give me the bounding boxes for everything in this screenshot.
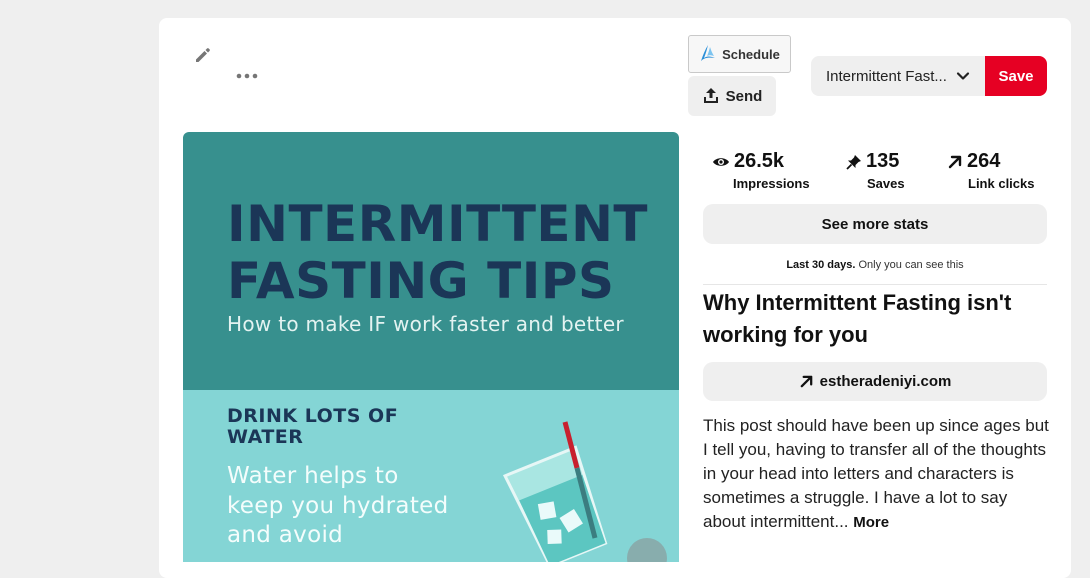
water-glass-illustration [502, 421, 608, 562]
eye-icon [713, 157, 729, 166]
board-name: Intermittent Fast... [826, 67, 947, 85]
divider [703, 284, 1047, 285]
stats-note: Last 30 days. Only you can see this [703, 259, 1047, 271]
pin-image-title: INTERMITTENT FASTING TIPS [227, 196, 648, 310]
schedule-label: Schedule [722, 46, 780, 62]
saves-stat: 135 Saves [846, 150, 905, 191]
link-clicks-value: 264 [967, 150, 1001, 172]
impressions-label: Impressions [733, 176, 810, 191]
stats-note-period: Last 30 days. [786, 259, 856, 271]
schedule-button[interactable]: Schedule [688, 35, 791, 73]
pin-image-title-line2: FASTING TIPS [227, 252, 615, 310]
description-more-link[interactable]: More [853, 514, 889, 531]
pin-image-tip-body-line1: Water helps to [227, 463, 399, 489]
ellipsis-icon [236, 73, 258, 79]
pin-image-tip-heading-line2: WATER [227, 426, 304, 448]
send-label: Send [725, 87, 763, 105]
link-clicks-stat: 264 Link clicks [947, 150, 1034, 191]
board-select-dropdown[interactable]: Intermittent Fast... [811, 56, 985, 96]
pin-headline: Why Intermittent Fasting isn't working f… [703, 290, 1012, 347]
arrow-up-right-icon [948, 155, 962, 168]
pin-image-tip-body: Water helps to keep you hydrated and avo… [227, 462, 477, 551]
pin-image[interactable]: INTERMITTENT FASTING TIPS How to make IF… [183, 132, 679, 562]
saves-label: Saves [867, 176, 905, 191]
pin-description: This post should have been up since ages… [703, 414, 1053, 535]
pin-image-subtitle: How to make IF work faster and better [227, 312, 624, 336]
saves-value: 135 [866, 150, 900, 172]
arrow-up-right-icon [800, 375, 812, 388]
save-button[interactable]: Save [985, 56, 1047, 96]
more-options-button[interactable] [234, 66, 260, 86]
pin-image-tip-body-line3: and avoid [227, 522, 344, 548]
stats-note-visibility: Only you can see this [855, 259, 964, 271]
pin-image-title-line1: INTERMITTENT [227, 195, 649, 253]
source-link-label: estheradeniyi.com [819, 373, 952, 390]
save-label: Save [998, 67, 1034, 85]
share-upload-icon [703, 88, 718, 103]
tailwind-logo-icon [701, 45, 716, 61]
see-more-stats-label: See more stats [821, 215, 929, 233]
link-clicks-label: Link clicks [968, 176, 1035, 191]
impressions-value: 26.5k [734, 150, 785, 172]
impressions-stat: 26.5k Impressions [712, 150, 810, 191]
source-link-button[interactable]: estheradeniyi.com [703, 362, 1047, 401]
pin-image-tip-body-line2: keep you hydrated [227, 492, 449, 519]
chevron-down-icon [956, 72, 970, 80]
see-more-stats-button[interactable]: See more stats [703, 204, 1047, 244]
pin-image-tip-heading-line1: DRINK LOTS OF [227, 405, 399, 427]
send-button[interactable]: Send [688, 76, 776, 116]
edit-button[interactable] [190, 42, 216, 68]
pencil-icon [196, 48, 210, 62]
pin-icon [846, 154, 861, 170]
pin-image-tip-heading: DRINK LOTS OF WATER [227, 406, 467, 448]
